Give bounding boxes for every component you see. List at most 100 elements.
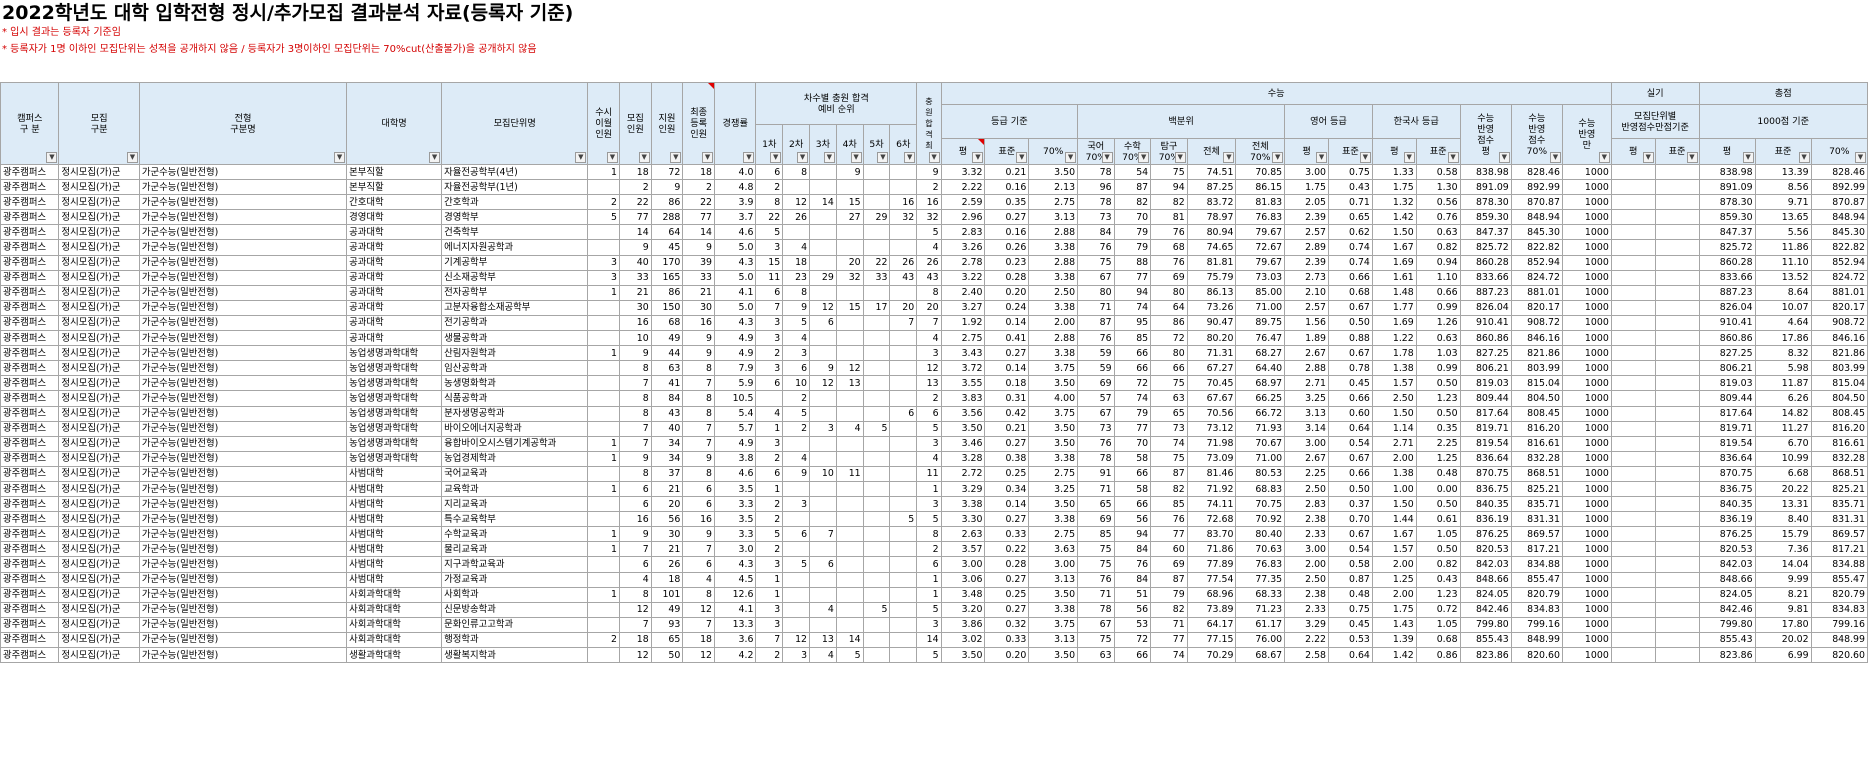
table-cell[interactable]: 0.24 [984, 299, 1030, 316]
table-cell[interactable]: 3 [916, 496, 942, 513]
table-cell[interactable]: 정시모집(가)군 [58, 526, 140, 543]
table-cell[interactable]: 가군수능(일반전형) [138, 450, 348, 467]
table-cell[interactable]: 2 [755, 345, 784, 362]
table-cell[interactable] [1654, 330, 1700, 347]
table-cell[interactable] [1654, 375, 1700, 392]
table-cell[interactable]: 9 [782, 465, 811, 482]
table-cell[interactable]: 5 [916, 511, 942, 528]
table-cell[interactable]: 3.13 [1284, 405, 1330, 422]
table-cell[interactable]: 5 [916, 420, 942, 437]
table-cell[interactable] [1610, 299, 1656, 316]
table-cell[interactable] [1610, 586, 1656, 603]
table-cell[interactable]: 848.66 [1459, 571, 1512, 588]
table-cell[interactable]: 820.17 [1510, 299, 1563, 316]
table-cell[interactable] [889, 541, 918, 558]
table-cell[interactable] [809, 496, 837, 513]
table-cell[interactable] [809, 345, 837, 362]
table-cell[interactable]: 에너지자원공학과 [441, 239, 589, 256]
filter-dropdown-icon[interactable]: ▼ [1598, 152, 1610, 163]
table-cell[interactable]: 3.50 [1028, 646, 1079, 664]
table-cell[interactable]: 70 [1113, 435, 1152, 452]
table-cell[interactable]: 11.86 [1754, 239, 1812, 256]
table-cell[interactable]: 848.66 [1698, 571, 1756, 588]
table-cell[interactable]: 4.64 [1754, 314, 1812, 332]
table-cell[interactable] [1654, 541, 1700, 558]
table-cell[interactable]: 3.86 [940, 616, 986, 633]
table-cell[interactable] [835, 480, 864, 498]
table-cell[interactable] [862, 360, 891, 377]
table-cell[interactable] [809, 616, 837, 633]
table-cell[interactable]: 76 [1113, 556, 1152, 573]
table-cell[interactable]: 8.40 [1754, 511, 1812, 528]
table-cell[interactable]: 808.45 [1810, 405, 1868, 422]
table-cell[interactable]: 32 [835, 269, 864, 286]
table-cell[interactable]: 1.23 [1415, 586, 1461, 603]
table-cell[interactable]: 832.28 [1510, 450, 1563, 467]
table-cell[interactable] [1654, 314, 1700, 332]
table-cell[interactable]: 825.21 [1810, 480, 1868, 498]
table-cell[interactable]: 17.80 [1754, 616, 1812, 633]
table-cell[interactable]: 7 [682, 616, 716, 633]
table-cell[interactable]: 77 [1113, 420, 1152, 437]
table-cell[interactable]: 43 [889, 269, 918, 286]
table-cell[interactable]: 0.48 [1415, 465, 1461, 482]
table-cell[interactable]: 29 [862, 209, 891, 226]
table-cell[interactable]: 경영대학 [346, 209, 443, 226]
table-cell[interactable]: 3.7 [714, 209, 757, 226]
table-cell[interactable]: 7 [809, 526, 837, 543]
table-cell[interactable]: 4.3 [714, 314, 757, 332]
table-cell[interactable]: 광주캠퍼스 [0, 269, 60, 286]
table-cell[interactable]: 농업생명과학대학 [346, 390, 443, 407]
table-cell[interactable]: 광주캠퍼스 [0, 179, 60, 196]
table-cell[interactable] [835, 239, 864, 256]
table-cell[interactable]: 78 [1077, 163, 1115, 181]
table-cell[interactable]: 823.86 [1698, 646, 1756, 664]
table-cell[interactable]: 광주캠퍼스 [0, 375, 60, 392]
table-cell[interactable]: 3.50 [940, 646, 986, 664]
table-cell[interactable] [1610, 194, 1656, 211]
table-cell[interactable]: 150 [650, 299, 684, 316]
table-cell[interactable]: 건축학부 [441, 224, 589, 241]
table-cell[interactable]: 80 [1077, 284, 1115, 301]
table-cell[interactable] [1610, 450, 1656, 467]
table-cell[interactable]: 9.99 [1754, 571, 1812, 588]
table-cell[interactable]: 3.50 [1028, 420, 1079, 437]
table-cell[interactable] [862, 511, 891, 528]
table-cell[interactable]: 0.38 [984, 450, 1030, 467]
table-cell[interactable]: 809.44 [1459, 390, 1512, 407]
table-cell[interactable]: 정시모집(가)군 [58, 360, 140, 377]
table-cell[interactable]: 80.53 [1235, 465, 1286, 482]
table-cell[interactable]: 0.50 [1415, 405, 1461, 422]
table-cell[interactable]: 8 [682, 465, 716, 482]
table-cell[interactable]: 문화인류고고학과 [441, 616, 589, 633]
table-cell[interactable]: 842.03 [1459, 556, 1512, 573]
table-cell[interactable]: 10.5 [714, 390, 757, 407]
table-cell[interactable]: 2.38 [1284, 586, 1330, 603]
table-cell[interactable]: 0.23 [984, 254, 1030, 271]
table-cell[interactable]: 가군수능(일반전형) [138, 511, 348, 528]
table-cell[interactable]: 57 [1077, 390, 1115, 407]
table-cell[interactable]: 860.28 [1698, 254, 1756, 271]
table-cell[interactable]: 2.83 [940, 224, 986, 241]
table-cell[interactable]: 1 [916, 480, 942, 498]
table-cell[interactable]: 정시모집(가)군 [58, 375, 140, 392]
table-cell[interactable]: 3 [809, 420, 837, 437]
table-cell[interactable] [835, 179, 864, 196]
table-cell[interactable]: 1.42 [1371, 209, 1417, 226]
table-cell[interactable]: 81.83 [1235, 194, 1286, 211]
table-cell[interactable]: 18 [619, 163, 652, 181]
table-cell[interactable]: 1 [755, 420, 784, 437]
table-cell[interactable]: 804.50 [1510, 390, 1563, 407]
table-cell[interactable] [587, 224, 620, 241]
table-cell[interactable] [1610, 571, 1656, 588]
table-cell[interactable]: 820.79 [1510, 586, 1563, 603]
table-cell[interactable] [862, 239, 891, 256]
table-cell[interactable]: 0.27 [984, 601, 1030, 618]
table-cell[interactable]: 2.33 [1284, 526, 1330, 543]
table-cell[interactable]: 79 [1150, 586, 1188, 603]
table-cell[interactable]: 848.94 [1510, 209, 1563, 226]
table-cell[interactable]: 3.48 [940, 586, 986, 603]
table-cell[interactable] [889, 345, 918, 362]
table-cell[interactable]: 3.83 [940, 390, 986, 407]
table-cell[interactable] [889, 450, 918, 467]
